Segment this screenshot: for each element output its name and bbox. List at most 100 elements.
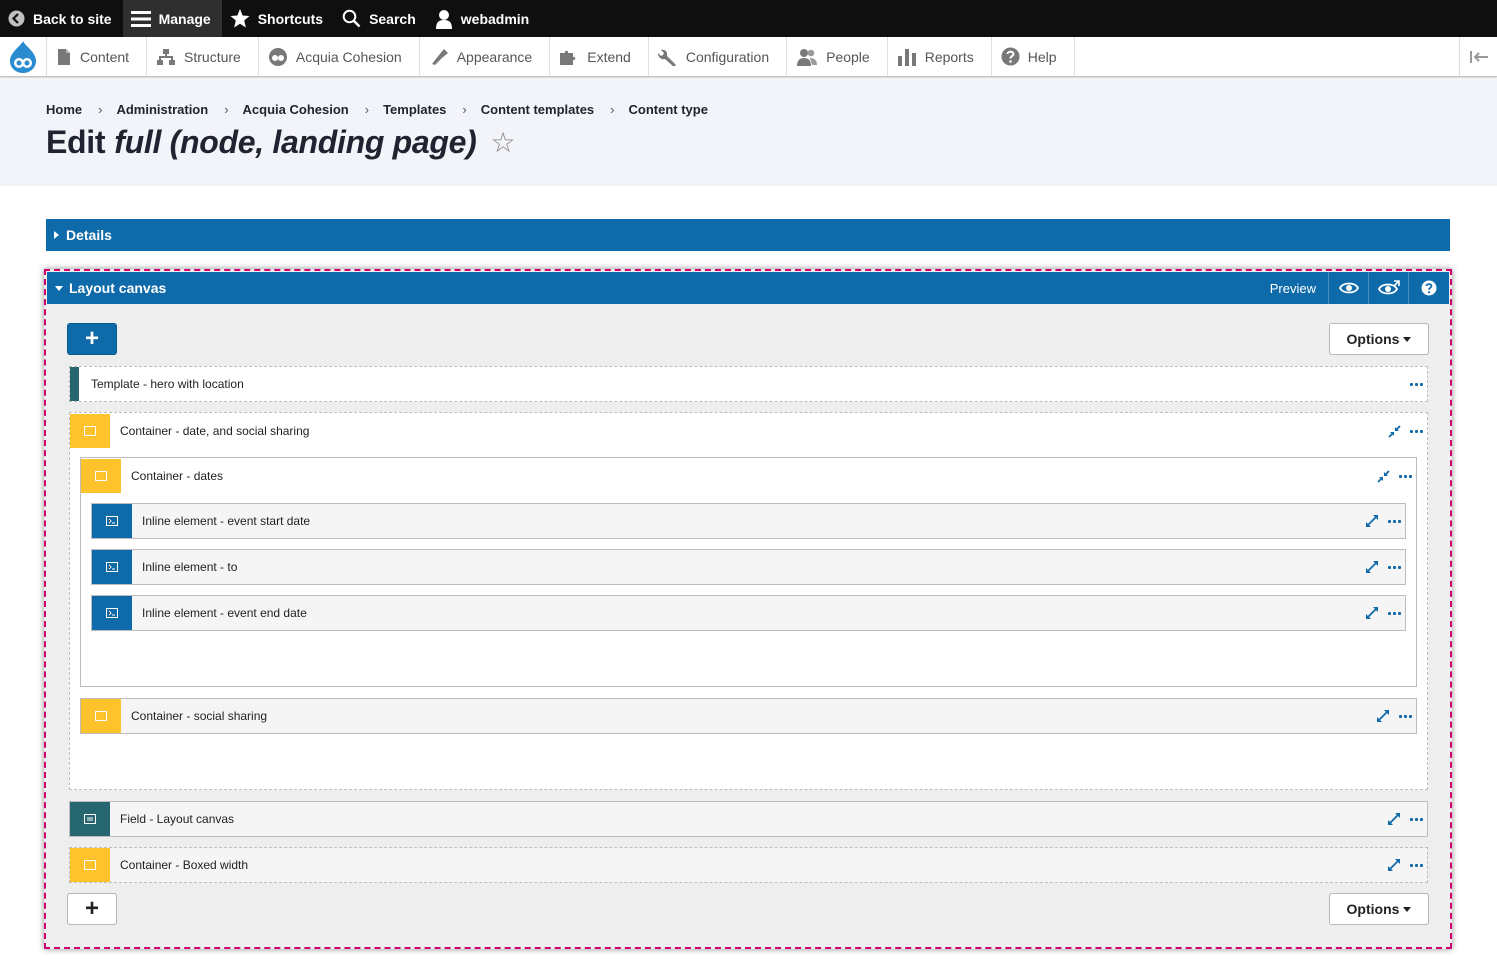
preview-button[interactable]: Preview [1258, 272, 1329, 304]
breadcrumb-separator: › [98, 102, 103, 117]
tray-item-label: Structure [184, 48, 241, 65]
collapse-button[interactable] [1372, 459, 1394, 493]
favorite-star-icon[interactable]: ☆ [491, 126, 516, 159]
breadcrumb-separator: › [610, 102, 615, 117]
collapse-arrows-icon [1376, 469, 1390, 483]
breadcrumb-templates[interactable]: Templates [383, 102, 446, 117]
tray-item-structure[interactable]: Structure [147, 37, 259, 76]
tray-item-extend[interactable]: Extend [550, 37, 649, 76]
tray-orientation-toggle[interactable] [1459, 37, 1497, 76]
ellipsis-icon [1409, 817, 1423, 821]
more-options-button[interactable] [1405, 367, 1427, 401]
options-top-button[interactable]: Options [1329, 323, 1429, 355]
back-to-site-link[interactable]: Back to site [0, 0, 123, 37]
ellipsis-icon [1398, 474, 1412, 478]
details-toggle[interactable]: Details [46, 219, 1450, 251]
file-icon [58, 48, 70, 65]
expand-arrows-icon [1388, 859, 1400, 871]
manage-label: Manage [158, 10, 211, 27]
tray-item-people[interactable]: People [787, 37, 888, 76]
canvas-row-inline-end-date[interactable]: Inline element - event end date [91, 595, 1406, 631]
ellipsis-icon [1387, 519, 1401, 523]
tray-item-content[interactable]: Content [47, 37, 148, 76]
tray-item-reports[interactable]: Reports [888, 37, 992, 76]
canvas-row-container-dates[interactable]: Container - dates [81, 458, 1416, 494]
add-component-bottom-button[interactable]: + [67, 893, 117, 925]
breadcrumb-separator: › [224, 102, 229, 117]
field-icon [70, 802, 110, 836]
more-options-button[interactable] [1405, 848, 1427, 882]
help-icon [1421, 280, 1437, 296]
canvas-row-container-date-social[interactable]: Container - date, and social sharing [70, 413, 1427, 449]
tray-item-configuration[interactable]: Configuration [649, 37, 788, 76]
brush-icon [431, 48, 448, 65]
more-options-button[interactable] [1394, 699, 1416, 733]
wrench-icon [657, 49, 676, 66]
breadcrumb-administration[interactable]: Administration [116, 102, 208, 117]
shortcuts-tab[interactable]: Shortcuts [222, 0, 334, 37]
breadcrumb-home[interactable]: Home [46, 102, 82, 117]
more-options-button[interactable] [1394, 459, 1416, 493]
breadcrumb-separator: › [364, 102, 370, 117]
preview-new-window-button[interactable] [1369, 272, 1409, 304]
breadcrumb-content-templates[interactable]: Content templates [481, 102, 594, 117]
expand-arrows-icon [1377, 710, 1389, 722]
options-bottom-button[interactable]: Options [1329, 893, 1429, 925]
tray-item-acquia-cohesion[interactable]: Acquia Cohesion [259, 37, 420, 76]
row-label: Field - Layout canvas [120, 812, 235, 826]
breadcrumb-content-type[interactable]: Content type [629, 102, 708, 117]
puzzle-icon [560, 50, 576, 65]
ellipsis-icon [1409, 382, 1423, 386]
collapse-left-icon [1469, 50, 1488, 63]
canvas-row-container-social[interactable]: Container - social sharing [80, 698, 1417, 734]
add-component-top-button[interactable]: + [67, 323, 117, 355]
hamburger-icon [130, 10, 151, 27]
shortcuts-label: Shortcuts [257, 10, 324, 27]
expand-button[interactable] [1361, 550, 1383, 584]
ellipsis-icon [1387, 565, 1401, 569]
options-label: Options [1346, 331, 1400, 347]
people-icon [797, 48, 818, 66]
row-label: Container - social sharing [131, 709, 268, 723]
canvas-row-template-hero[interactable]: Template - hero with location [69, 366, 1428, 402]
canvas-row-field-layout-canvas[interactable]: Field - Layout canvas [69, 801, 1428, 837]
tray-item-label: Extend [587, 48, 631, 65]
preview-eye-button[interactable] [1329, 272, 1369, 304]
back-arrow-icon [8, 10, 25, 27]
canvas-row-inline-to[interactable]: Inline element - to [91, 549, 1406, 585]
collapse-button[interactable] [1383, 414, 1405, 448]
collapse-arrows-icon [1387, 424, 1401, 438]
layout-canvas-header[interactable]: Layout canvas Preview [47, 272, 1449, 304]
tray-item-help[interactable]: Help [992, 37, 1075, 76]
more-options-button[interactable] [1383, 596, 1405, 630]
container-icon [70, 414, 110, 448]
expand-button[interactable] [1383, 848, 1405, 882]
cohesion-icon [268, 47, 287, 66]
expand-button[interactable] [1361, 504, 1383, 538]
more-options-button[interactable] [1405, 414, 1427, 448]
expand-button[interactable] [1383, 802, 1405, 836]
container-icon [81, 699, 121, 733]
user-icon [435, 9, 452, 29]
tray-item-appearance[interactable]: Appearance [420, 37, 551, 76]
more-options-button[interactable] [1383, 504, 1405, 538]
manage-tab[interactable]: Manage [122, 0, 222, 37]
ellipsis-icon [1387, 611, 1401, 615]
user-tab[interactable]: webadmin [427, 0, 540, 37]
breadcrumb-acquia-cohesion[interactable]: Acquia Cohesion [243, 102, 349, 117]
drupal-logo[interactable] [0, 37, 47, 76]
search-label: Search [369, 10, 416, 27]
help-icon [1001, 47, 1020, 66]
expand-button[interactable] [1372, 699, 1394, 733]
canvas-row-inline-start-date[interactable]: Inline element - event start date [91, 503, 1406, 539]
more-options-button[interactable] [1405, 802, 1427, 836]
admin-tray: Content Structure Acquia Cohesion Appear… [0, 37, 1497, 77]
row-label: Inline element - event start date [142, 514, 311, 528]
expand-arrows-icon [1366, 607, 1378, 619]
page-header: Home › Administration › Acquia Cohesion … [0, 78, 1497, 186]
canvas-row-container-boxed[interactable]: Container - Boxed width [69, 847, 1428, 883]
help-button[interactable] [1409, 272, 1449, 304]
expand-button[interactable] [1361, 596, 1383, 630]
search-tab[interactable]: Search [334, 0, 427, 37]
more-options-button[interactable] [1383, 550, 1405, 584]
